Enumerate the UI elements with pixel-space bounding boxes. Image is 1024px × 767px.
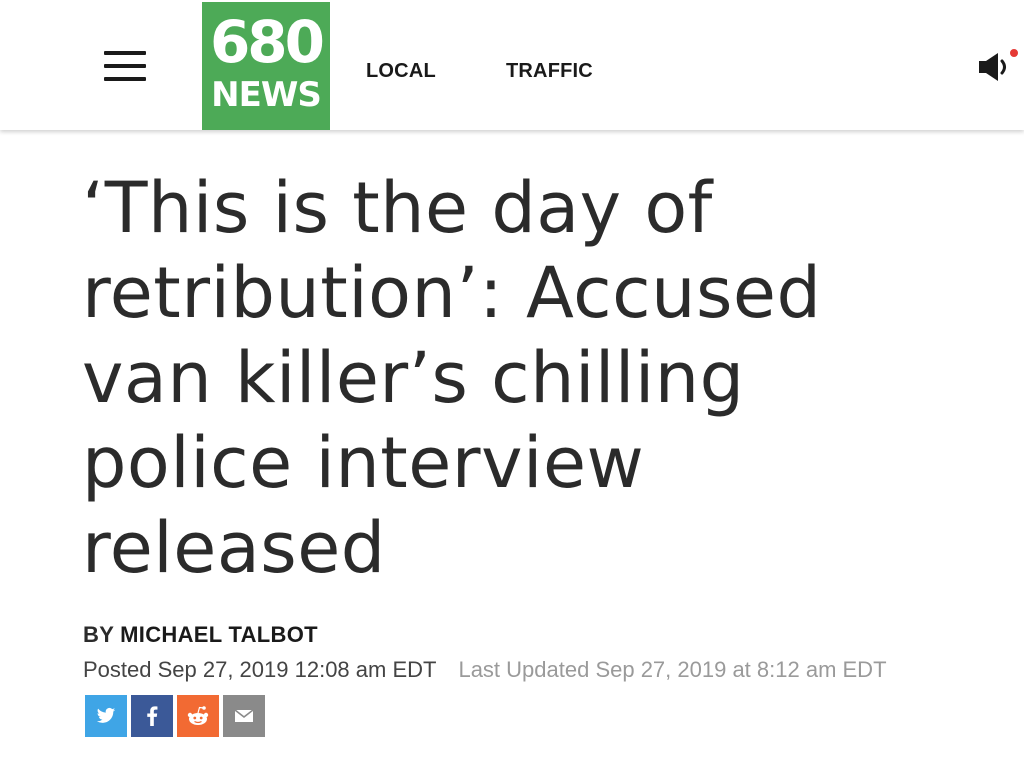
byline: BY MICHAEL TALBOT	[83, 622, 318, 648]
reddit-icon	[187, 706, 209, 725]
share-twitter-button[interactable]	[85, 695, 127, 737]
site-header: 680 NEWS LOCAL TRAFFIC	[0, 0, 1024, 130]
facebook-icon	[147, 706, 158, 726]
site-logo[interactable]: 680 NEWS	[202, 2, 330, 130]
posted-date: Posted Sep 27, 2019 12:08 am EDT	[83, 657, 437, 682]
share-email-button[interactable]	[223, 695, 265, 737]
menu-bar	[104, 77, 146, 81]
share-bar	[85, 695, 265, 737]
article-dates: Posted Sep 27, 2019 12:08 am EDT Last Upd…	[83, 657, 887, 683]
byline-prefix: BY	[83, 622, 115, 647]
logo-number: 680	[209, 8, 325, 76]
menu-bar	[104, 64, 146, 68]
live-indicator-dot	[1010, 49, 1018, 57]
email-icon	[234, 709, 254, 722]
twitter-icon	[96, 707, 116, 723]
author-link[interactable]: MICHAEL TALBOT	[120, 622, 318, 647]
menu-bar	[104, 51, 146, 55]
updated-date: Last Updated Sep 27, 2019 at 8:12 am EDT	[458, 657, 887, 682]
nav-link-local[interactable]: LOCAL	[366, 60, 436, 83]
share-facebook-button[interactable]	[131, 695, 173, 737]
logo-word: NEWS	[211, 75, 322, 115]
share-reddit-button[interactable]	[177, 695, 219, 737]
hamburger-menu-icon[interactable]	[104, 50, 146, 82]
article-headline: ‘This is the day of retribution’: Accuse…	[82, 167, 822, 589]
nav-link-traffic[interactable]: TRAFFIC	[506, 60, 593, 83]
speaker-icon[interactable]	[976, 46, 1020, 90]
page: 680 NEWS LOCAL TRAFFIC ‘This is the day …	[0, 0, 1024, 767]
